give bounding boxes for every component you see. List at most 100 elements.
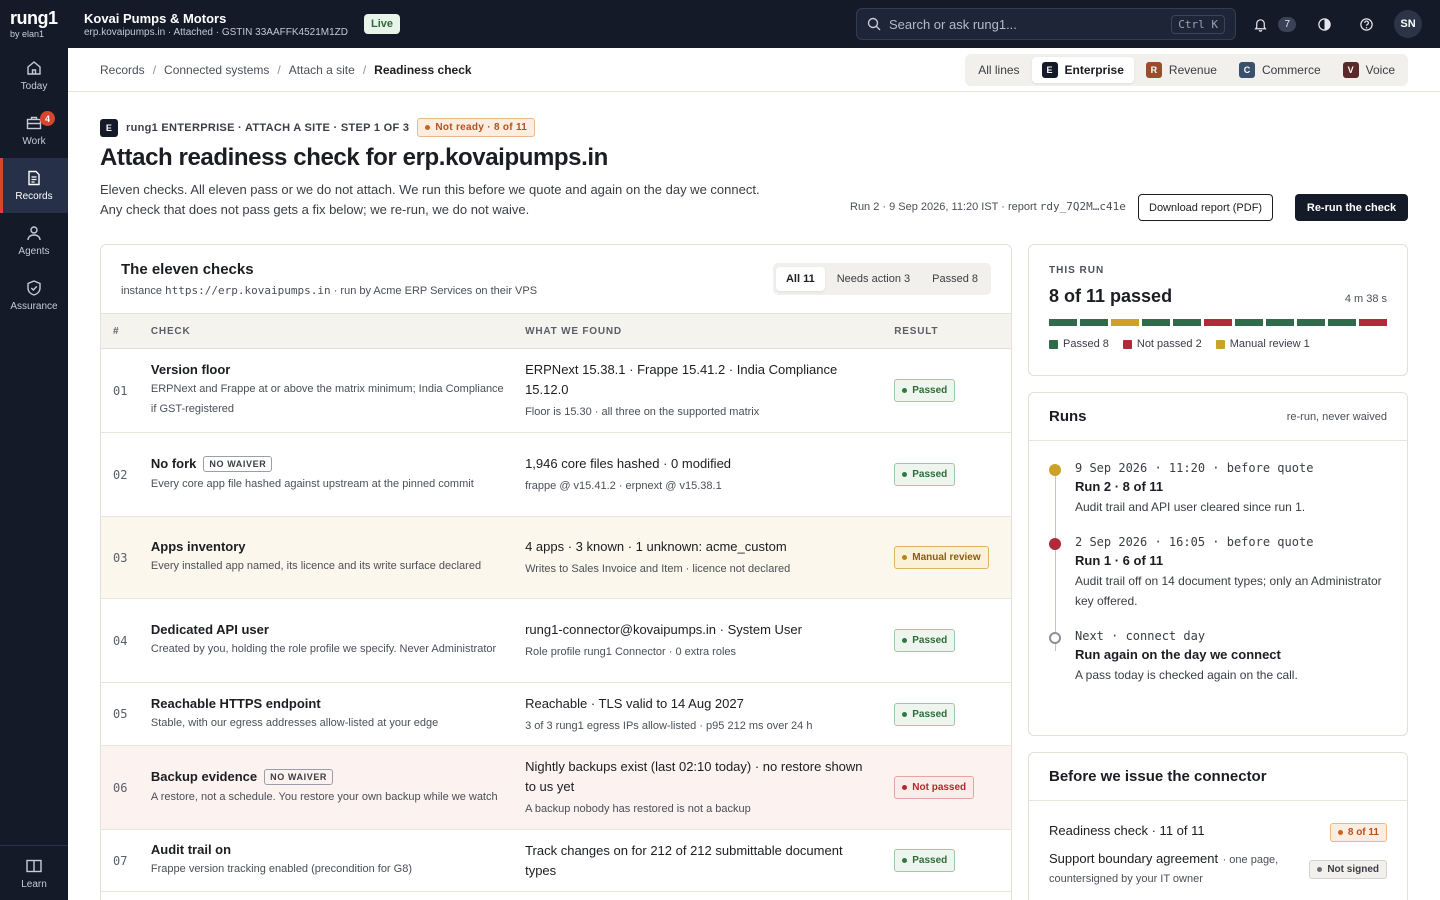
notifications-button[interactable]	[1246, 10, 1274, 38]
person-icon	[27, 226, 41, 241]
breadcrumb-separator: /	[277, 62, 281, 77]
col-check: CHECK	[150, 325, 191, 337]
run-desc: A pass today is checked again on the cal…	[1075, 668, 1298, 682]
nav-item-label: Learn	[21, 878, 47, 890]
avatar[interactable]: SN	[1394, 10, 1422, 38]
check-description: Every core app file hashed against upstr…	[150, 477, 474, 490]
runs-card: Runs re-run, never waived 9 Sep 2026 · 1…	[1028, 392, 1408, 736]
check-title-line: Audit trail on	[151, 842, 505, 857]
logo[interactable]: rung1 by elan1	[0, 9, 68, 39]
nav-item-learn[interactable]: Learn	[0, 845, 68, 900]
theme-toggle-button[interactable]	[1310, 10, 1338, 38]
result-badge: Passed	[894, 702, 956, 726]
bell-icon	[1254, 18, 1267, 32]
run-segment-pass	[1080, 319, 1108, 326]
home-icon	[27, 61, 41, 75]
result-text: Passed	[912, 469, 948, 480]
run-status-dot	[1049, 538, 1061, 550]
check-cell: Backup evidence NO WAIVER A restore, not a…	[150, 768, 525, 807]
nav-item-today[interactable]: Today	[0, 48, 68, 103]
check-title: Audit trail on	[150, 842, 232, 857]
org-info[interactable]: Kovai Pumps & Motors erp.kovaipumps.in ·…	[84, 11, 348, 38]
col-found: WHAT WE FOUND	[525, 325, 622, 337]
runs-timeline: 9 Sep 2026 · 11:20 · before quote Run 2 …	[1029, 441, 1407, 685]
legend-not-passed: Not passed 2	[1122, 338, 1202, 350]
run-item[interactable]: 2 Sep 2026 · 16:05 · before quote Run 1 …	[1049, 535, 1387, 611]
breadcrumb-connected-systems[interactable]: Connected systems	[164, 63, 269, 77]
result-dot	[902, 388, 908, 393]
nav-item-work[interactable]: Work 4	[0, 103, 68, 158]
table-row[interactable]: 04 Dedicated API user Created by you, hold…	[101, 599, 1011, 683]
tab-label: Revenue	[1168, 63, 1217, 77]
requirement-item[interactable]: Readiness check · 11 of 11 8 of 11	[1029, 823, 1407, 842]
table-row[interactable]: 01 Version floor ERPNext and Frappe at or …	[101, 349, 1011, 433]
this-run-label: THIS RUN	[1049, 265, 1105, 276]
nav-item-label: Agents	[18, 246, 50, 257]
search-bar[interactable]: Ctrl K	[856, 8, 1236, 40]
table-row[interactable]: 03 Apps inventory Every installed app name…	[101, 517, 1011, 599]
tab-enterprise[interactable]: E Enterprise	[1031, 57, 1134, 83]
breadcrumb-records[interactable]: Records	[100, 63, 145, 77]
found-main: rung1-connector@kovaipumps.in · System U…	[525, 622, 802, 637]
run-meta: 2 Sep 2026 · 16:05 · before quote	[1075, 535, 1314, 549]
instance-url[interactable]: https://erp.kovaipumps.in	[165, 284, 331, 297]
table-row[interactable]: 06 Backup evidence NO WAIVER A restore, not…	[101, 746, 1011, 830]
filter-needs-action[interactable]: Needs action 3	[827, 267, 920, 291]
found-main: Reachable · TLS valid to 14 Aug 2027	[525, 695, 744, 711]
check-cell: Dedicated API user Created by you, holdin…	[151, 622, 525, 659]
requirement-badge: 8 of 11	[1329, 823, 1387, 842]
badge-text: 8 of 11	[1347, 827, 1379, 838]
tab-voice[interactable]: V Voice	[1333, 57, 1405, 83]
search-input[interactable]	[889, 16, 1172, 32]
requirement-item[interactable]: Support boundary agreement · one page, c…	[1029, 850, 1407, 888]
download-report-button[interactable]: Download report (PDF)	[1138, 194, 1274, 221]
legend-manual-review: Manual review 1	[1215, 338, 1310, 350]
before-connector-card: Before we issue the connector Readiness …	[1028, 752, 1408, 900]
help-button[interactable]	[1352, 10, 1380, 38]
run-segment-pass	[1297, 319, 1325, 326]
result-cell: Not passed	[894, 776, 1011, 799]
legend-label: Passed 8	[1063, 338, 1109, 350]
nav-item-assurance[interactable]: Assurance	[0, 268, 68, 323]
run-title: Run 2 · 8 of 11	[1075, 479, 1164, 494]
tab-all-lines[interactable]: All lines	[968, 58, 1029, 82]
filter-all[interactable]: All 11	[775, 267, 825, 291]
found-cell: Track changes on for 212 of 212 submitta…	[525, 841, 894, 881]
nav-item-label: Assurance	[10, 301, 58, 312]
run-item[interactable]: Next · connect day Run again on the day …	[1049, 629, 1387, 685]
run-meta: 9 Sep 2026 · 11:20 · before quote	[1075, 461, 1314, 475]
run-item[interactable]: 9 Sep 2026 · 11:20 · before quote Run 2 …	[1049, 461, 1387, 517]
result-badge: Manual review	[894, 546, 989, 569]
breadcrumb-attach-site[interactable]: Attach a site	[289, 63, 355, 77]
filter-passed[interactable]: Passed 8	[922, 267, 988, 291]
nav-item-records[interactable]: Records	[0, 158, 68, 213]
rerun-check-button[interactable]: Re-run the check	[1295, 194, 1408, 221]
checks-table-body: 01 Version floor ERPNext and Frappe at or …	[101, 349, 1011, 892]
nav-item-agents[interactable]: Agents	[0, 213, 68, 268]
check-cell: Audit trail on Frappe version tracking en…	[151, 842, 525, 879]
result-cell: Manual review	[894, 546, 1011, 569]
result-cell: Passed	[894, 379, 1011, 402]
requirement-title: Readiness check · 11 of 11	[1049, 823, 1205, 838]
live-badge: Live	[364, 14, 401, 34]
badge-dot	[1337, 830, 1343, 835]
run-legend: Passed 8 Not passed 2 Manual review 1	[1049, 338, 1387, 350]
tab-revenue[interactable]: R Revenue	[1136, 57, 1227, 83]
table-row[interactable]: 05 Reachable HTTPS endpoint Stable, with o…	[101, 683, 1011, 746]
tab-commerce[interactable]: C Commerce	[1229, 57, 1331, 83]
check-number: 04	[113, 633, 128, 648]
top-bar: rung1 by elan1 Kovai Pumps & Motors erp.…	[0, 0, 1440, 48]
found-cell: Reachable · TLS valid to 14 Aug 2027 3 of…	[525, 694, 894, 735]
table-row[interactable]: 07 Audit trail on Frappe version tracking …	[101, 830, 1011, 892]
table-row[interactable]: 02 No fork NO WAIVER Every core app file ha…	[101, 433, 1011, 517]
run-segment-review	[1111, 319, 1139, 326]
report-id[interactable]: rdy_7Q2M…c41e	[1040, 200, 1126, 213]
result-dot	[902, 638, 908, 643]
check-title: Backup evidence	[150, 769, 258, 784]
help-icon	[1359, 17, 1373, 31]
result-dot	[902, 711, 908, 717]
check-description: Frappe version tracking enabled (precond…	[150, 863, 412, 875]
check-cell: Reachable HTTPS endpoint Stable, with our…	[151, 696, 525, 733]
nav-item-label: Work	[22, 136, 46, 147]
search-shortcut: Ctrl K	[1171, 14, 1225, 34]
